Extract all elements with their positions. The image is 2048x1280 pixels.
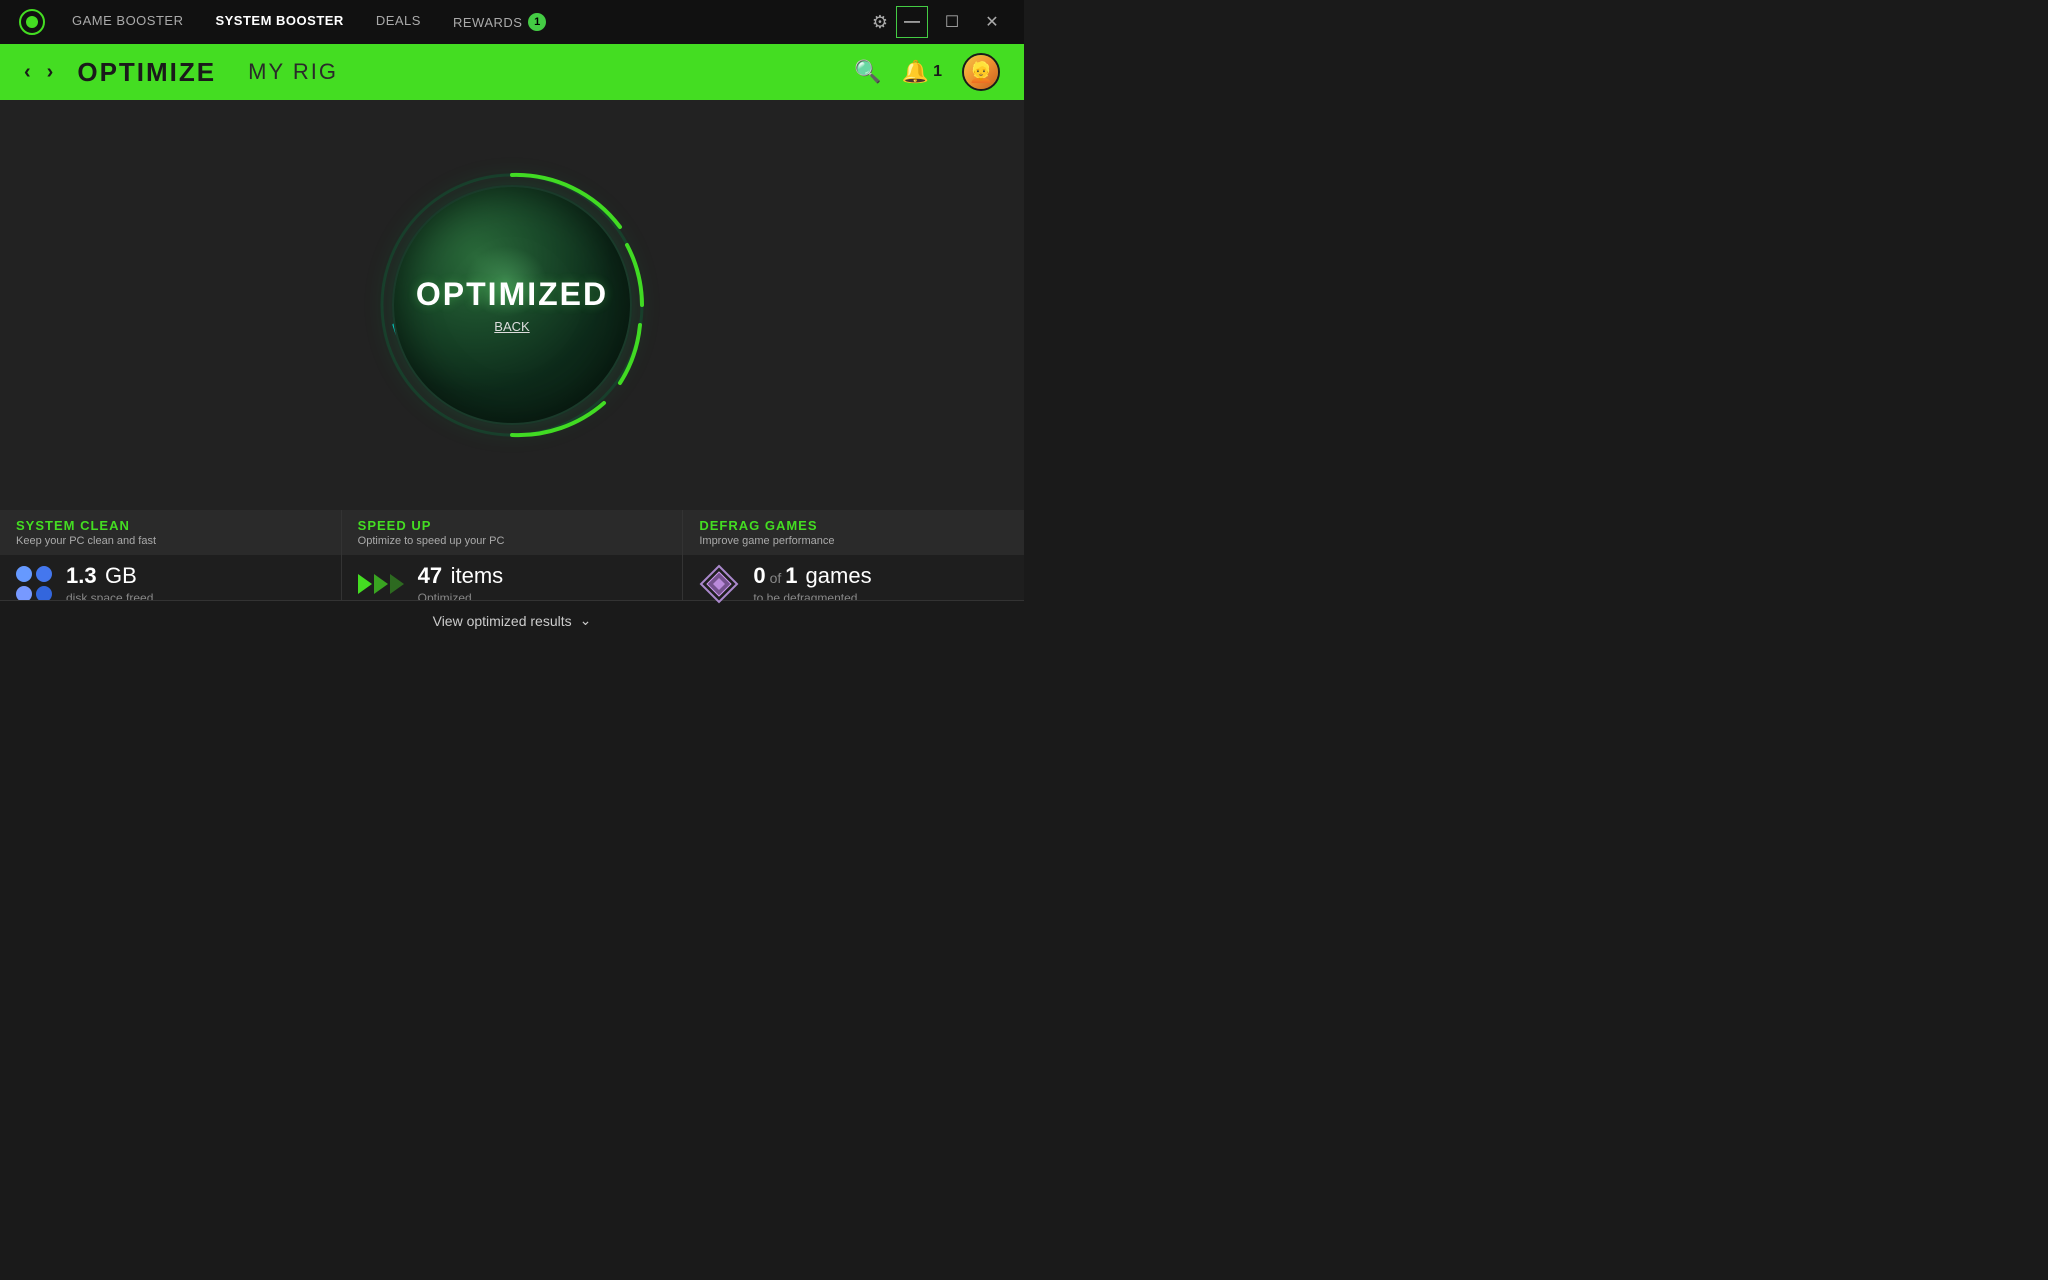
- view-results-chevron-icon: ⌄: [580, 612, 592, 629]
- optimized-container: OPTIMIZED BACK: [0, 100, 1024, 510]
- defrag-games-value-area: 0 of 1 games to be defragmented: [753, 563, 871, 605]
- page-subtitle: MY RIG: [248, 59, 338, 85]
- back-arrow[interactable]: ‹: [24, 61, 31, 84]
- system-clean-icon: [16, 566, 52, 602]
- nav-arrows: ‹ ›: [24, 61, 53, 84]
- nav-system-booster[interactable]: SYSTEM BOOSTER: [215, 9, 343, 35]
- speed-up-card: SPEED UP Optimize to speed up your PC 47…: [342, 510, 684, 600]
- dot-tr: [36, 566, 52, 582]
- dot-tl: [16, 566, 32, 582]
- notification-area[interactable]: 🔔 1: [902, 59, 942, 85]
- defrag-games-icon: [699, 564, 739, 604]
- defrag-games-title: DEFRAG GAMES: [699, 518, 1008, 533]
- defrag-games-subtitle: Improve game performance: [699, 535, 1008, 547]
- defrag-games-extra: 1: [785, 563, 797, 589]
- maximize-button[interactable]: ☐: [936, 6, 968, 38]
- speed-up-value: 47: [418, 563, 442, 588]
- speed-up-value-area: 47 items Optimized: [418, 563, 504, 605]
- close-button[interactable]: ✕: [976, 6, 1008, 38]
- system-clean-subtitle: Keep your PC clean and fast: [16, 535, 325, 547]
- page-title: OPTIMIZE: [77, 57, 216, 88]
- system-clean-title: SYSTEM CLEAN: [16, 518, 325, 533]
- system-clean-unit: GB: [105, 563, 137, 588]
- system-clean-card: SYSTEM CLEAN Keep your PC clean and fast…: [0, 510, 342, 600]
- sub-nav-right: 🔍 🔔 1 👱: [854, 53, 1000, 91]
- stats-cards: SYSTEM CLEAN Keep your PC clean and fast…: [0, 510, 1024, 600]
- bell-icon: 🔔: [902, 59, 929, 85]
- view-results-text: View optimized results: [433, 613, 572, 629]
- nav-rewards[interactable]: REWARDS 1: [453, 9, 546, 35]
- system-clean-header: SYSTEM CLEAN Keep your PC clean and fast: [0, 510, 341, 555]
- avatar[interactable]: 👱: [962, 53, 1000, 91]
- speed-arrow-3: [390, 574, 404, 594]
- defrag-games-card: DEFRAG GAMES Improve game performance 0 …: [683, 510, 1024, 600]
- speed-up-subtitle: Optimize to speed up your PC: [358, 535, 667, 547]
- minimize-button[interactable]: —: [896, 6, 928, 38]
- defrag-games-header: DEFRAG GAMES Improve game performance: [683, 510, 1024, 555]
- settings-icon[interactable]: ⚙: [872, 12, 888, 33]
- speed-up-icon: [358, 574, 404, 594]
- search-icon[interactable]: 🔍: [854, 59, 881, 85]
- speed-arrow-2: [374, 574, 388, 594]
- window-controls: — ☐ ✕: [896, 6, 1008, 38]
- speed-up-title: SPEED UP: [358, 518, 667, 533]
- forward-arrow[interactable]: ›: [47, 61, 54, 84]
- back-link[interactable]: BACK: [494, 319, 529, 334]
- system-clean-value: 1.3: [66, 563, 97, 588]
- speed-arrow-1: [358, 574, 372, 594]
- app-logo[interactable]: [16, 6, 48, 38]
- defrag-games-unit: games: [806, 563, 872, 589]
- optimized-label: OPTIMIZED: [416, 276, 608, 313]
- nav-game-booster[interactable]: GAME BOOSTER: [72, 9, 183, 35]
- notification-count: 1: [933, 63, 942, 81]
- defrag-of-label: of: [770, 570, 782, 586]
- avatar-image: 👱: [964, 55, 998, 89]
- defrag-games-value: 0: [753, 563, 765, 589]
- speed-up-value-row: 47 items: [418, 563, 504, 589]
- nav-items: GAME BOOSTER SYSTEM BOOSTER DEALS REWARD…: [72, 9, 872, 35]
- bottom-stats-area: SYSTEM CLEAN Keep your PC clean and fast…: [0, 510, 1024, 640]
- nav-deals[interactable]: DEALS: [376, 9, 421, 35]
- speed-up-unit: items: [451, 563, 504, 588]
- view-results-bar[interactable]: View optimized results ⌄: [0, 600, 1024, 640]
- optimized-circle-wrapper: OPTIMIZED BACK: [372, 165, 652, 445]
- top-navigation: GAME BOOSTER SYSTEM BOOSTER DEALS REWARD…: [0, 0, 1024, 44]
- optimized-button[interactable]: OPTIMIZED BACK: [392, 185, 632, 425]
- defrag-games-value-row: 0 of 1 games: [753, 563, 871, 589]
- system-clean-value-area: 1.3 GB disk space freed: [66, 563, 153, 605]
- system-clean-value-row: 1.3 GB: [66, 563, 153, 589]
- speed-up-header: SPEED UP Optimize to speed up your PC: [342, 510, 683, 555]
- rewards-badge: 1: [528, 13, 546, 31]
- main-content: OPTIMIZED BACK: [0, 100, 1024, 510]
- sub-navigation: ‹ › OPTIMIZE MY RIG 🔍 🔔 1 👱: [0, 44, 1024, 100]
